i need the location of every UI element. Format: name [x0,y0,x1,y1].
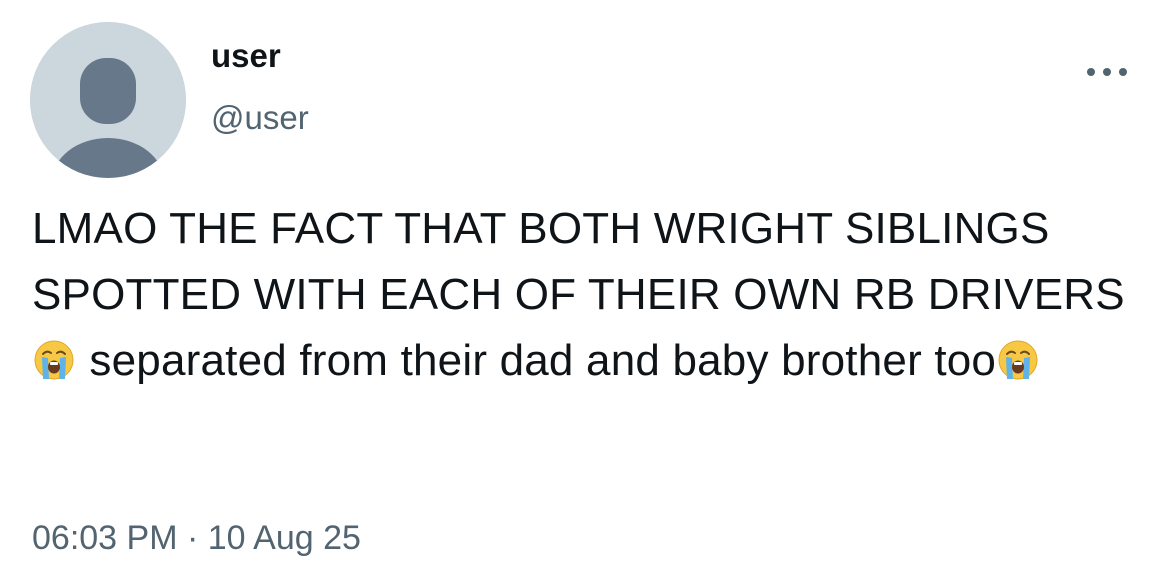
more-dot [1087,68,1095,76]
user-handle[interactable]: @user [211,98,309,138]
tweet-time: 06:03 PM [32,519,178,557]
tweet-timestamp[interactable]: 06:03 PM · 10 Aug 25 [32,516,361,560]
tweet-text: LMAO THE FACT THAT BOTH WRIGHT SIBLINGS … [32,196,1142,394]
tweet-text-part-2: separated from their dad and baby brothe… [77,336,997,385]
more-dot [1119,68,1127,76]
tweet-card: user @user LMAO THE FACT THAT BOTH WRIGH… [0,0,1170,582]
more-dot [1103,68,1111,76]
display-name[interactable]: user [211,36,281,76]
more-options-icon[interactable] [1087,60,1127,84]
loudly-crying-face-icon [997,334,1039,380]
loudly-crying-face-icon [33,334,75,380]
timestamp-separator: · [186,519,199,557]
tweet-date: 10 Aug 25 [207,519,361,557]
tweet-text-part-1: LMAO THE FACT THAT BOTH WRIGHT SIBLINGS … [32,204,1125,319]
default-avatar-icon[interactable] [30,22,186,178]
